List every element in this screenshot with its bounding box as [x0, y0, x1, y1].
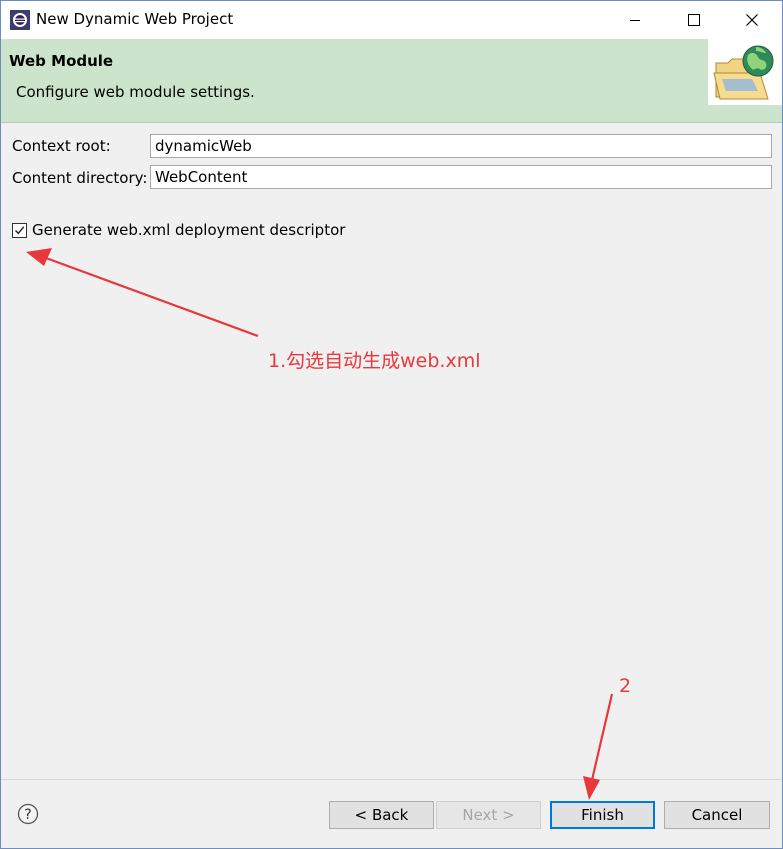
context-root-input[interactable]: dynamicWeb: [150, 134, 772, 158]
generate-webxml-checkbox[interactable]: [12, 223, 27, 238]
footer-separator: [1, 779, 782, 780]
svg-text:?: ?: [24, 807, 31, 823]
help-icon[interactable]: ?: [17, 803, 39, 825]
close-icon: [746, 14, 758, 26]
eclipse-app-icon: [10, 10, 30, 30]
next-button[interactable]: Next >: [436, 801, 541, 829]
context-root-label: Context root:: [12, 137, 111, 155]
minimize-button[interactable]: [612, 1, 658, 39]
minimize-icon: [629, 14, 641, 26]
content-directory-input[interactable]: WebContent: [150, 165, 772, 189]
close-button[interactable]: [729, 1, 775, 39]
wizard-banner: Web Module Configure web module settings…: [1, 39, 782, 123]
web-folder-globe-icon: [708, 39, 782, 105]
content-directory-label: Content directory:: [12, 169, 148, 187]
banner-description: Configure web module settings.: [16, 83, 255, 101]
generate-webxml-label[interactable]: Generate web.xml deployment descriptor: [32, 221, 345, 239]
finish-button[interactable]: Finish: [550, 801, 655, 829]
title-bar: New Dynamic Web Project: [1, 1, 782, 39]
back-button[interactable]: < Back: [329, 801, 434, 829]
banner-title: Web Module: [9, 52, 114, 70]
maximize-icon: [688, 14, 700, 26]
dialog-window: New Dynamic Web Project Web Module Confi…: [0, 0, 783, 849]
cancel-button[interactable]: Cancel: [664, 801, 770, 829]
maximize-button[interactable]: [671, 1, 717, 39]
window-title: New Dynamic Web Project: [36, 10, 234, 28]
annotation-step-1: 1.勾选自动生成web.xml: [268, 350, 481, 372]
annotation-step-2: 2: [619, 675, 632, 697]
